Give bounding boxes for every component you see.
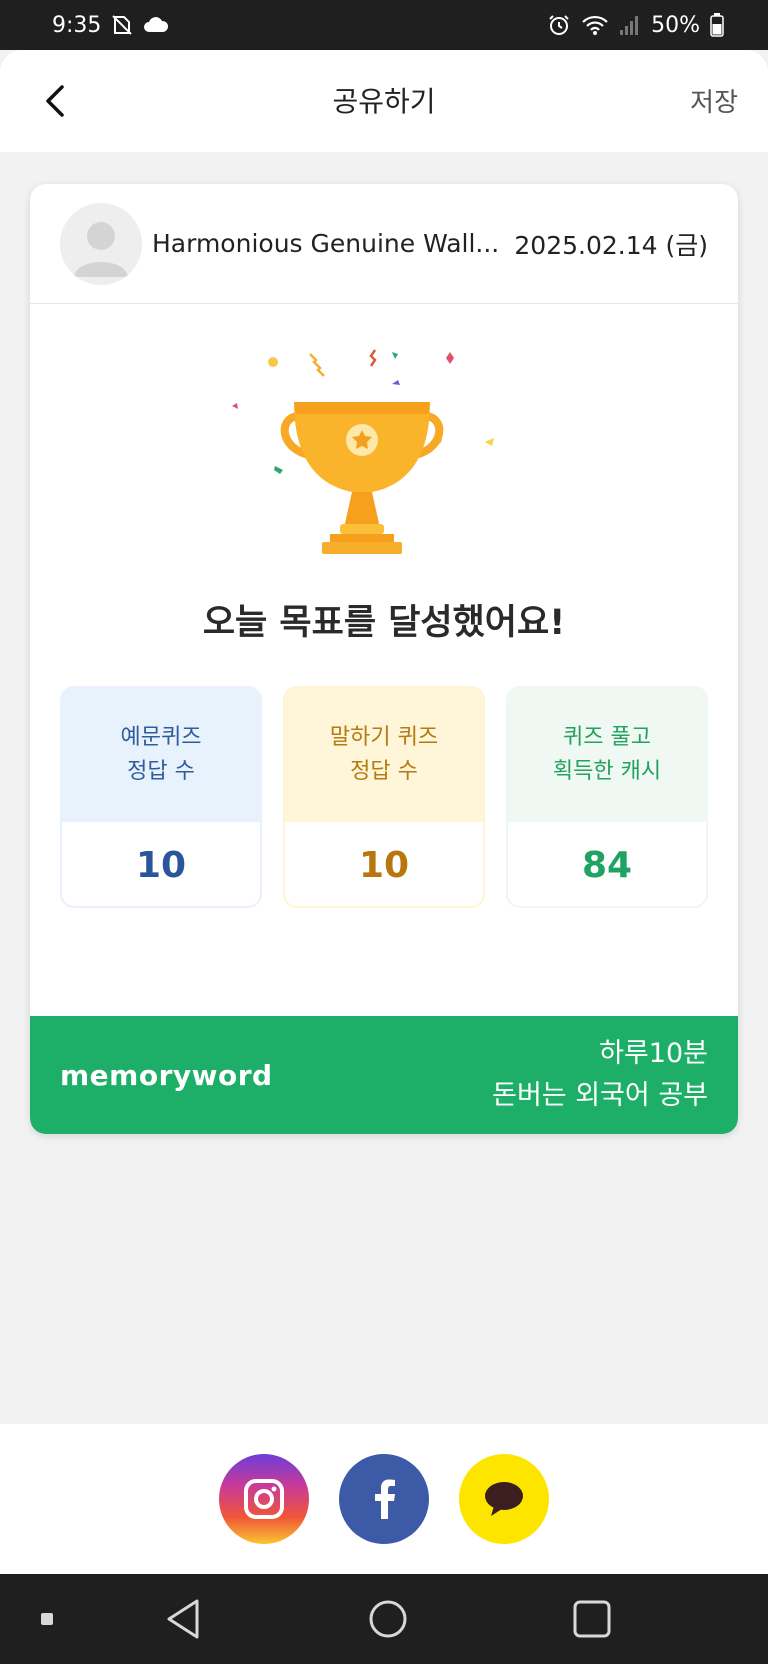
stat-label: 예문퀴즈 정답 수 [62,688,260,822]
stat-value: 10 [135,844,187,886]
nav-back-button[interactable] [158,1594,208,1644]
card-header: Harmonious Genuine Wall... 2025.02.14 (금… [30,184,738,304]
stat-earned-cash: 퀴즈 풀고 획득한 캐시 84 [506,686,708,908]
share-bar [0,1424,768,1574]
stat-example-quiz: 예문퀴즈 정답 수 10 [60,686,262,908]
brand-logo-text: memoryword [60,1058,273,1092]
page-title: 공유하기 [332,85,436,118]
battery-percent: 50% [651,12,700,38]
stat-value: 10 [358,844,410,886]
nav-dot-button[interactable] [22,1594,72,1644]
stats-row: 예문퀴즈 정답 수 10 말하기 퀴즈 정답 수 10 퀴즈 풀고 획득한 캐시 [60,686,708,908]
back-triangle-icon [167,1599,199,1639]
stat-label-line1: 예문퀴즈 [120,725,202,750]
stat-value: 84 [581,844,633,886]
kakaotalk-icon [485,1482,523,1516]
stat-label-line1: 말하기 퀴즈 [329,725,439,750]
share-instagram-button[interactable] [219,1454,309,1544]
share-facebook-button[interactable] [339,1454,429,1544]
overview-square-icon [573,1600,611,1638]
stat-label-line2: 정답 수 [350,759,418,784]
system-nav-bar [0,1574,768,1664]
username: Harmonious Genuine Wall... [152,229,500,258]
status-bar: 9:35 50% [0,0,768,50]
stat-label-line2: 획득한 캐시 [552,759,662,784]
share-kakaotalk-button[interactable] [459,1454,549,1544]
facebook-icon [375,1479,395,1519]
wifi-icon [581,14,609,36]
stat-label-line2: 정답 수 [127,759,195,784]
achievement-date: 2025.02.14 (금) [514,230,708,260]
brand-footer: memoryword 하루10분 돈버는 외국어 공부 [30,1016,738,1134]
status-time: 9:35 [52,12,102,38]
slogan-line2: 돈버는 외국어 공부 [492,1080,708,1111]
achievement-card: Harmonious Genuine Wall... 2025.02.14 (금… [30,184,738,1134]
nav-overview-button[interactable] [567,1594,617,1644]
cloud-icon [143,16,169,34]
achievement-headline: 오늘 목표를 달성했어요! [202,603,566,643]
stat-speaking-quiz: 말하기 퀴즈 정답 수 10 [283,686,485,908]
alarm-icon [547,13,571,37]
trophy-icon [280,402,444,554]
stat-label: 퀴즈 풀고 획득한 캐시 [508,688,706,822]
instagram-icon [244,1479,284,1519]
brand-slogan: 하루10분 돈버는 외국어 공부 [492,1033,708,1117]
stat-label-line1: 퀴즈 풀고 [563,725,651,750]
nav-home-button[interactable] [363,1594,413,1644]
slogan-line1: 하루10분 [599,1038,708,1069]
stat-label: 말하기 퀴즈 정답 수 [285,688,483,822]
avatar [60,202,142,285]
battery-icon [710,13,724,37]
home-circle-icon [369,1600,407,1638]
recent-apps-dot-icon [41,1613,53,1625]
default-user-icon [74,221,128,277]
signal-icon [619,14,641,36]
save-button[interactable]: 저장 [690,82,738,119]
no-sim-icon [111,14,133,36]
trophy-illustration [30,344,738,574]
app-header: 공유하기 저장 [0,50,768,152]
